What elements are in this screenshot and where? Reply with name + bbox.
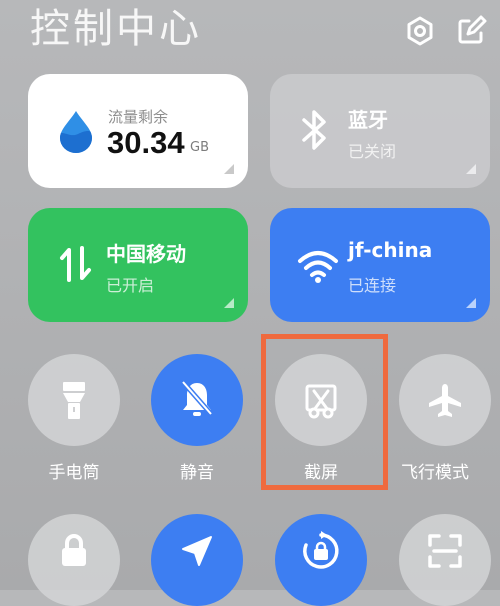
rotation-lock-toggle[interactable] [275,514,367,606]
expand-corner-icon [224,298,234,308]
data-transfer-icon [58,244,98,284]
wifi-icon [296,248,338,288]
airplane-mode-label: 飞行模式 [401,463,469,483]
mobile-data-status: 已开启 [106,276,155,295]
airplane-mode-toggle[interactable] [399,354,491,446]
lock-icon [62,533,86,566]
bluetooth-card[interactable]: 蓝牙 已关闭 [270,74,490,188]
data-usage-card[interactable]: 流量剩余 30.34 GB [28,74,248,188]
location-arrow-icon [182,535,212,566]
flashlight-label: 手电筒 [48,463,100,483]
screenshot-highlight-box [261,334,388,490]
flashlight-icon [63,382,85,419]
scan-icon [428,534,462,568]
data-usage-unit: GB [190,140,209,155]
mute-bell-icon [181,380,213,416]
data-usage-label: 流量剩余 [108,108,169,126]
bluetooth-label: 蓝牙 [348,108,388,132]
data-usage-value: 30.34 [107,125,185,160]
mute-label: 静音 [180,463,214,483]
expand-corner-icon [466,164,476,174]
wifi-network-label: jf-china [348,238,433,262]
bluetooth-status: 已关闭 [348,142,397,161]
edit-icon[interactable] [454,14,488,48]
rotation-lock-icon [303,530,339,569]
mobile-data-card[interactable]: 中国移动 已开启 [28,208,248,322]
mute-toggle[interactable] [151,354,243,446]
page-title: 控制中心 [30,6,202,52]
expand-corner-icon [466,298,476,308]
expand-corner-icon [224,164,234,174]
scanner-toggle[interactable] [399,514,491,606]
water-drop-icon [56,109,96,153]
settings-icon[interactable] [403,14,437,48]
mobile-carrier-label: 中国移动 [106,242,186,266]
wifi-status: 已连接 [348,276,397,295]
airplane-icon [429,384,461,417]
bluetooth-icon [298,108,338,150]
lock-screen-toggle[interactable] [28,514,120,606]
wifi-card[interactable]: jf-china 已连接 [270,208,490,322]
location-toggle[interactable] [151,514,243,606]
flashlight-toggle[interactable] [28,354,120,446]
